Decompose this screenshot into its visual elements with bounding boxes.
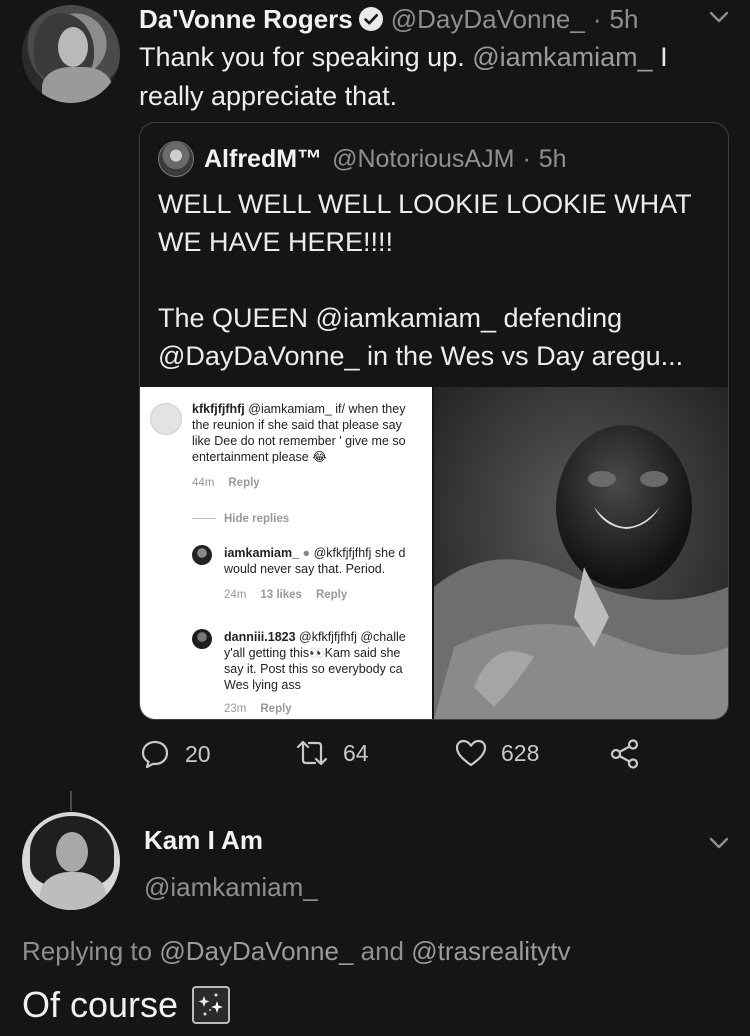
tweet-text: Thank you for speaking up. @iamkamiam_ I… [139, 38, 729, 116]
comment-text: entertainment please 😂 [192, 450, 327, 464]
reply-icon [141, 740, 169, 769]
laughing-man-illustration [434, 387, 728, 719]
quoted-media[interactable]: kfkfjfjfhfj @iamkamiam_ if/ when they th… [140, 387, 728, 719]
separator-dot: · [592, 3, 602, 34]
reply-body: Of course [22, 984, 179, 1025]
reply-text: Of course [22, 984, 231, 1026]
comment-username: iamkamiam_ [224, 546, 300, 560]
like-icon [455, 739, 487, 767]
reply-button[interactable]: 20 [139, 738, 211, 770]
author-avatar[interactable] [22, 5, 120, 103]
quoted-text-line1: WELL WELL WELL LOOKIE LOOKIE WHAT WE HAV… [158, 189, 692, 257]
reply-count: 20 [185, 740, 211, 767]
comment-time: 23m [224, 703, 247, 715]
replying-to-prefix: Replying to [22, 936, 160, 966]
comment-username: kfkfjfjfhfj [192, 402, 245, 416]
comment-text: @kfkfjfjfhfj @challe [299, 630, 406, 644]
comment-text: Wes lying ass [224, 678, 301, 692]
retweet-count: 64 [343, 739, 369, 766]
tweet-actions: 20 64 628 [139, 738, 659, 774]
comment-text: @kfkfjfjfhfj she d [313, 546, 406, 560]
quoted-tweet-time: 5h [538, 144, 567, 173]
divider [192, 518, 216, 519]
share-icon [610, 739, 639, 769]
comment-reply: Reply [228, 477, 260, 489]
chevron-down-icon[interactable] [708, 10, 730, 24]
comment-text: would never say that. Period. [224, 562, 386, 576]
quoted-author-handle: @NotoriousAJM [332, 144, 515, 173]
reply-author-handle[interactable]: @iamkamiam_ [144, 872, 318, 903]
comment-time: 24m [224, 589, 247, 601]
retweet-icon [296, 740, 328, 766]
tweet-time[interactable]: 5h [610, 4, 639, 35]
author-name[interactable]: Da'Vonne Rogers [139, 4, 353, 35]
replying-to-user[interactable]: @trasrealitytv [411, 936, 570, 966]
like-count: 628 [501, 739, 540, 766]
commenter-avatar [192, 629, 212, 649]
quoted-text-line2: The QUEEN @iamkamiam_ defending @DayDaVo… [158, 303, 684, 371]
share-button[interactable] [609, 738, 655, 770]
quoted-tweet-card[interactable]: AlfredM™ @NotoriousAJM · 5h WELL WELL WE… [139, 122, 729, 720]
comment-text: y'all getting this👀Kam said she [224, 646, 401, 660]
separator-dot: · [522, 144, 531, 173]
reply-author-avatar[interactable] [22, 812, 120, 910]
replying-to-user[interactable]: @DayDaVonne_ [159, 936, 353, 966]
comment-text: like Dee do not remember ' give me so [192, 434, 406, 448]
chevron-down-icon[interactable] [708, 836, 730, 850]
comment-text: @iamkamiam_ if/ when they [248, 402, 406, 416]
replying-to-and: and [353, 936, 412, 966]
quoted-tweet-header: AlfredM™ @NotoriousAJM · 5h [158, 141, 567, 177]
tweet-header: Da'Vonne Rogers @DayDaVonne_ · 5h [139, 2, 638, 36]
comment-username: danniii.1823 [224, 630, 296, 644]
reply-author-name[interactable]: Kam I Am [144, 825, 263, 856]
tweet-text-start: Thank you for speaking up. [139, 42, 473, 72]
sparkles-emoji-icon [192, 986, 231, 1024]
retweet-button[interactable]: 64 [295, 738, 369, 768]
replying-to: Replying to @DayDaVonne_ and @trasrealit… [22, 936, 571, 967]
quoted-author-avatar [158, 141, 194, 177]
reaction-photo-image[interactable] [434, 387, 728, 719]
comment-reply: Reply [260, 703, 292, 715]
commenter-avatar [150, 403, 182, 435]
comment-time: 44m [192, 477, 215, 489]
quoted-author-name: AlfredM™ [204, 144, 323, 173]
comment-likes: 13 likes [260, 589, 302, 601]
comment-text: the reunion if she said that please say [192, 418, 402, 432]
quoted-tweet-text: WELL WELL WELL LOOKIE LOOKIE WHAT WE HAV… [158, 185, 718, 375]
commenter-avatar [192, 545, 212, 565]
mention-link[interactable]: @iamkamiam_ [472, 42, 652, 72]
like-button[interactable]: 628 [455, 738, 539, 768]
verified-badge-icon [358, 7, 383, 31]
comments-screenshot-image[interactable]: kfkfjfjfhfj @iamkamiam_ if/ when they th… [140, 387, 432, 719]
author-handle[interactable]: @DayDaVonne_ [391, 4, 585, 35]
comment-reply: Reply [315, 589, 348, 601]
thread-connector [70, 791, 72, 811]
comment-text: say it. Post this so everybody ca [224, 662, 403, 676]
hide-replies: Hide replies [224, 513, 290, 525]
